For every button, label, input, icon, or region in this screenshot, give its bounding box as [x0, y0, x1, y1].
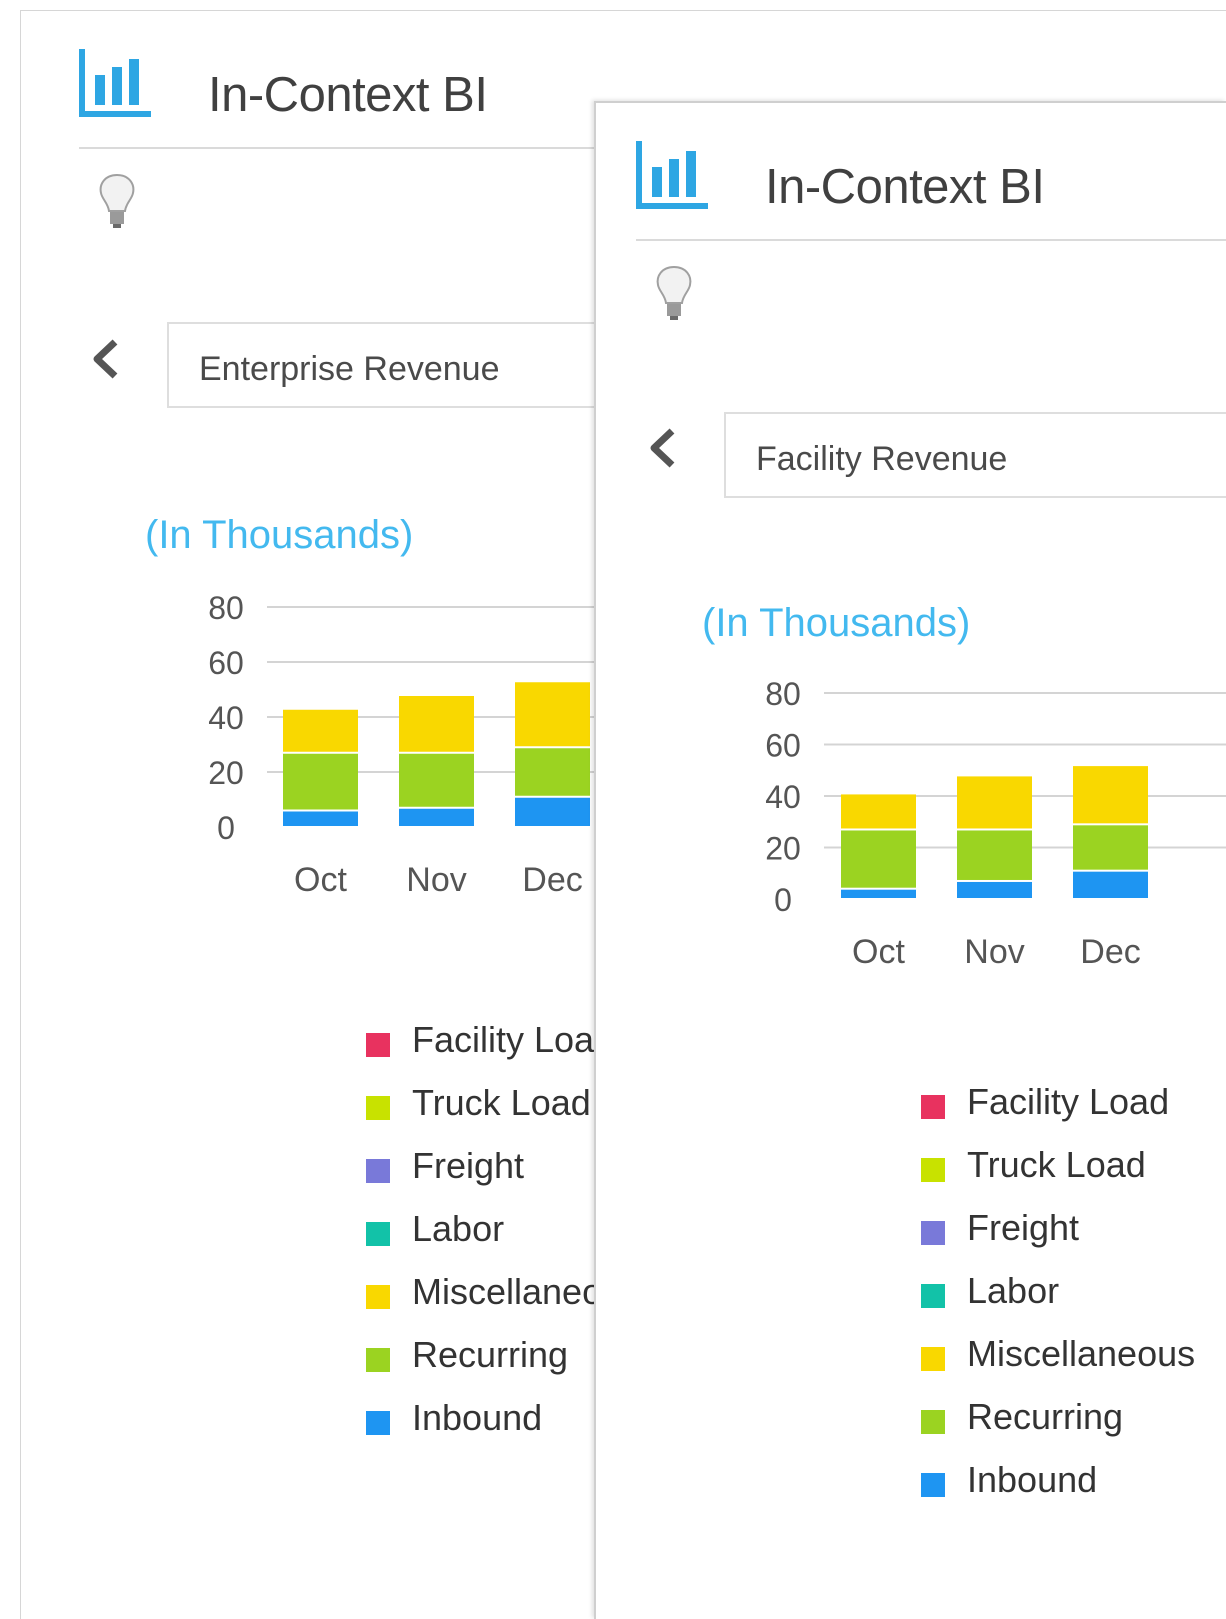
legend-label: Facility Load	[412, 1019, 615, 1060]
y-tick-label: 20	[765, 831, 801, 867]
bar-segment-recurring[interactable]	[399, 753, 474, 807]
y-tick-label: 80	[765, 676, 801, 712]
legend-swatch	[366, 1033, 390, 1057]
legend-label: Miscellaneous	[967, 1333, 1196, 1374]
bar-segment-recurring[interactable]	[283, 753, 358, 810]
bar-segment-inbound[interactable]	[399, 808, 474, 826]
legend-swatch	[366, 1411, 390, 1435]
legend-label: Truck Load	[967, 1144, 1146, 1185]
legend-label: Freight	[412, 1145, 525, 1186]
legend-swatch	[921, 1410, 945, 1434]
bar-segment-recurring[interactable]	[515, 748, 590, 796]
bar-segment-miscellaneous[interactable]	[283, 709, 358, 752]
bar-segment-miscellaneous[interactable]	[399, 696, 474, 752]
bar-segment-inbound[interactable]	[515, 797, 590, 826]
legend-swatch	[366, 1222, 390, 1246]
bar-segment-inbound[interactable]	[957, 881, 1032, 898]
legend-label: Labor	[967, 1270, 1060, 1311]
legend-label: Freight	[967, 1207, 1080, 1248]
y-tick-label: 40	[765, 779, 801, 815]
bar-segment-miscellaneous[interactable]	[1073, 766, 1148, 824]
legend-swatch	[921, 1158, 945, 1182]
bar-segment-inbound[interactable]	[283, 811, 358, 827]
bar-segment-recurring[interactable]	[1073, 825, 1148, 870]
x-tick-label: Dec	[522, 861, 582, 899]
y-tick-label: 80	[208, 590, 244, 626]
y-tick-label: 0	[774, 882, 792, 918]
revenue-chart: 80 60 40 20 0 Oct Nov Dec	[765, 676, 1226, 971]
bi-widget-facility: In-Context BI Facility Revenue (In Thous…	[594, 101, 1226, 1619]
y-tick-label: 40	[208, 700, 244, 736]
x-tick-label: Nov	[964, 933, 1024, 971]
legend-label: Recurring	[967, 1396, 1124, 1437]
legend-label: Truck Load	[412, 1082, 591, 1123]
legend-label: Inbound	[412, 1397, 543, 1438]
bar-segment-inbound[interactable]	[1073, 871, 1148, 898]
x-tick-label: Nov	[406, 861, 466, 899]
bar-segment-miscellaneous[interactable]	[841, 794, 916, 829]
y-tick-label: 60	[208, 645, 244, 681]
bar-segment-inbound[interactable]	[841, 889, 916, 898]
legend-label: Inbound	[967, 1459, 1098, 1500]
y-tick-label: 20	[208, 755, 244, 791]
bar-segment-recurring[interactable]	[841, 830, 916, 888]
bar-segment-miscellaneous[interactable]	[515, 682, 590, 747]
legend-swatch	[366, 1159, 390, 1183]
y-tick-label: 0	[217, 810, 235, 846]
legend-swatch	[366, 1348, 390, 1372]
legend-swatch	[921, 1284, 945, 1308]
legend-swatch	[921, 1347, 945, 1371]
legend-label: Labor	[412, 1208, 505, 1249]
legend-swatch	[366, 1096, 390, 1120]
x-tick-label: Dec	[1080, 933, 1140, 971]
x-tick-label: Oct	[294, 861, 347, 899]
legend-swatch	[366, 1285, 390, 1309]
legend-label: Recurring	[412, 1334, 569, 1375]
bar-segment-miscellaneous[interactable]	[957, 776, 1032, 829]
legend-label: Facility Load	[967, 1081, 1170, 1122]
bar-segment-recurring[interactable]	[957, 830, 1032, 880]
legend-swatch	[921, 1095, 945, 1119]
y-tick-label: 60	[765, 728, 801, 764]
x-tick-label: Oct	[852, 933, 905, 971]
legend-swatch	[921, 1473, 945, 1497]
legend-swatch	[921, 1221, 945, 1245]
